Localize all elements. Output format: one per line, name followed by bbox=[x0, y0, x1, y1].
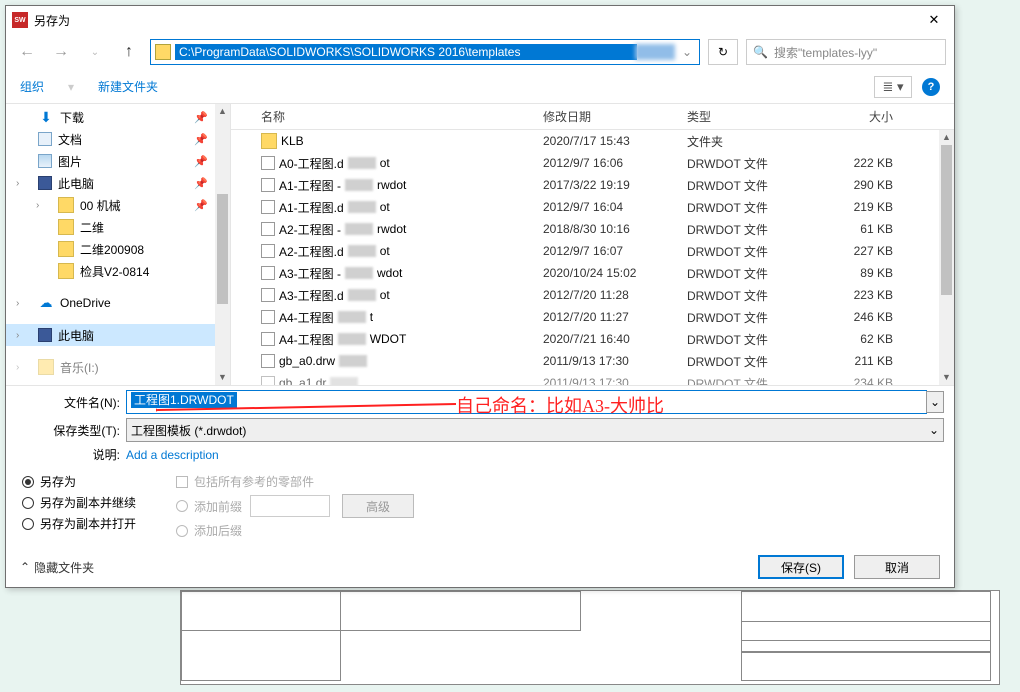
back-button[interactable]: ← bbox=[14, 39, 40, 65]
save-as-dialog: SW 另存为 ✕ ← → ⌄ ↑ C:\ProgramData\SOLIDWOR… bbox=[5, 5, 955, 588]
file-row[interactable]: A1-工程图.dot2012/9/7 16:04DRWDOT 文件219 KB bbox=[231, 196, 954, 218]
sidebar-item[interactable]: ›音乐(I:) bbox=[6, 356, 230, 378]
sidebar-item[interactable]: ⬇下载📌📌 bbox=[6, 106, 230, 128]
radio-save-as[interactable]: 另存为 bbox=[22, 473, 136, 490]
address-blur bbox=[635, 44, 675, 60]
close-button[interactable]: ✕ bbox=[914, 6, 954, 34]
footer: ⌃ 隐藏文件夹 保存(S) 取消 bbox=[6, 547, 954, 587]
file-row[interactable]: A4-工程图t2012/7/20 11:27DRWDOT 文件246 KB bbox=[231, 306, 954, 328]
organize-menu[interactable]: 组织 bbox=[20, 78, 44, 95]
file-row[interactable]: A2-工程图 -rwdot2018/8/30 10:16DRWDOT 文件61 … bbox=[231, 218, 954, 240]
hide-folders-toggle[interactable]: ⌃ 隐藏文件夹 bbox=[20, 559, 94, 576]
scroll-up-icon[interactable]: ▲ bbox=[215, 104, 230, 119]
toolbar: 组织 ▾ 新建文件夹 ≣ ▾ ? bbox=[6, 70, 954, 104]
cancel-button[interactable]: 取消 bbox=[854, 555, 940, 579]
sidebar-item[interactable]: ›此电脑 bbox=[6, 324, 230, 346]
radio-copy-continue[interactable]: 另存为副本并继续 bbox=[22, 494, 136, 511]
file-area: 名称 修改日期 类型 大小 KLB2020/7/17 15:43文件夹A0-工程… bbox=[231, 104, 954, 385]
help-button[interactable]: ? bbox=[922, 78, 940, 96]
search-placeholder: 搜索"templates-lyy" bbox=[774, 44, 877, 61]
titlebar: SW 另存为 ✕ bbox=[6, 6, 954, 34]
filename-label: 文件名(N): bbox=[16, 394, 126, 411]
prefix-input bbox=[250, 495, 330, 517]
address-text: C:\ProgramData\SOLIDWORKS\SOLIDWORKS 201… bbox=[175, 44, 637, 60]
filetype-label: 保存类型(T): bbox=[16, 422, 126, 439]
col-name[interactable]: 名称 bbox=[261, 108, 543, 125]
file-row[interactable]: A4-工程图WDOT2020/7/21 16:40DRWDOT 文件62 KB bbox=[231, 328, 954, 350]
filename-input[interactable]: 工程图1.DRWDOT bbox=[126, 390, 927, 414]
forward-button: → bbox=[48, 39, 74, 65]
address-dropdown-icon[interactable]: ⌄ bbox=[675, 45, 699, 59]
view-mode-button[interactable]: ≣ ▾ bbox=[874, 76, 912, 98]
sidebar-scroll-thumb[interactable] bbox=[217, 194, 228, 304]
scroll-up-icon[interactable]: ▲ bbox=[939, 130, 954, 145]
radio-add-prefix: 添加前缀 bbox=[176, 498, 242, 515]
sidebar-item[interactable]: 检具V2-0814 bbox=[6, 260, 230, 282]
col-size[interactable]: 大小 bbox=[813, 108, 893, 125]
search-icon: 🔍 bbox=[753, 45, 768, 59]
sidebar-item[interactable]: 文档📌📌 bbox=[6, 128, 230, 150]
refresh-button[interactable]: ↻ bbox=[708, 39, 738, 65]
col-date[interactable]: 修改日期 bbox=[543, 108, 687, 125]
maximize-button bbox=[874, 6, 914, 34]
sidebar-item[interactable]: ›00 机械📌 bbox=[6, 194, 230, 216]
file-row[interactable]: A2-工程图.dot2012/9/7 16:07DRWDOT 文件227 KB bbox=[231, 240, 954, 262]
save-button[interactable]: 保存(S) bbox=[758, 555, 844, 579]
filetype-select[interactable]: 工程图模板 (*.drwdot)⌄ bbox=[126, 418, 944, 442]
recent-dropdown[interactable]: ⌄ bbox=[82, 39, 108, 65]
form-area: 文件名(N): 工程图1.DRWDOT ⌄ 保存类型(T): 工程图模板 (*.… bbox=[6, 385, 954, 547]
sidebar-item[interactable]: 二维200908 bbox=[6, 238, 230, 260]
up-button[interactable]: ↑ bbox=[116, 39, 142, 65]
chevron-up-icon: ⌃ bbox=[20, 560, 30, 574]
window-title: 另存为 bbox=[34, 12, 70, 29]
file-list[interactable]: KLB2020/7/17 15:43文件夹A0-工程图.dot2012/9/7 … bbox=[231, 130, 954, 385]
scroll-down-icon[interactable]: ▼ bbox=[939, 370, 954, 385]
search-input[interactable]: 🔍 搜索"templates-lyy" bbox=[746, 39, 946, 65]
filelist-scroll-thumb[interactable] bbox=[941, 145, 952, 295]
folder-icon bbox=[155, 44, 171, 60]
minimize-button bbox=[834, 6, 874, 34]
address-bar[interactable]: C:\ProgramData\SOLIDWORKS\SOLIDWORKS 201… bbox=[150, 39, 700, 65]
file-row[interactable]: A3-工程图.dot2012/7/20 11:28DRWDOT 文件223 KB bbox=[231, 284, 954, 306]
sidebar-item[interactable]: 二维 bbox=[6, 216, 230, 238]
file-row[interactable]: A3-工程图 -wdot2020/10/24 15:02DRWDOT 文件89 … bbox=[231, 262, 954, 284]
radio-copy-open[interactable]: 另存为副本并打开 bbox=[22, 515, 136, 532]
file-row[interactable]: A1-工程图 -rwdot2017/3/22 19:19DRWDOT 文件290… bbox=[231, 174, 954, 196]
description-label: 说明: bbox=[16, 446, 126, 463]
sidebar-item[interactable]: 图片📌📌 bbox=[6, 150, 230, 172]
check-include-refs: 包括所有参考的零部件 bbox=[176, 473, 414, 490]
sidebar-item[interactable]: ›☁OneDrive bbox=[6, 292, 230, 314]
sidebar: ⬇下载📌📌文档📌📌图片📌📌›此电脑📌›00 机械📌二维二维200908检具V2-… bbox=[6, 104, 231, 385]
scroll-down-icon[interactable]: ▼ bbox=[215, 370, 230, 385]
advanced-button: 高级 bbox=[342, 494, 414, 518]
file-row[interactable]: gb_a0.drw2011/9/13 17:30DRWDOT 文件211 KB bbox=[231, 350, 954, 372]
file-row[interactable]: KLB2020/7/17 15:43文件夹 bbox=[231, 130, 954, 152]
app-icon: SW bbox=[12, 12, 28, 28]
sidebar-scrollbar[interactable]: ▲ ▼ bbox=[215, 104, 230, 385]
nav-row: ← → ⌄ ↑ C:\ProgramData\SOLIDWORKS\SOLIDW… bbox=[6, 34, 954, 70]
list-header: 名称 修改日期 类型 大小 bbox=[231, 104, 954, 130]
background-drawing bbox=[180, 590, 1000, 685]
new-folder-button[interactable]: 新建文件夹 bbox=[98, 78, 158, 95]
filename-dropdown[interactable]: ⌄ bbox=[926, 391, 944, 413]
description-link[interactable]: Add a description bbox=[126, 448, 219, 462]
filelist-scrollbar[interactable]: ▲ ▼ bbox=[939, 130, 954, 385]
file-row[interactable]: A0-工程图.dot2012/9/7 16:06DRWDOT 文件222 KB bbox=[231, 152, 954, 174]
radio-add-suffix: 添加后缀 bbox=[176, 522, 414, 539]
file-row[interactable]: gb_a1.dr2011/9/13 17:30DRWDOT 文件234 KB bbox=[231, 372, 954, 385]
sidebar-item[interactable]: ›此电脑📌 bbox=[6, 172, 230, 194]
col-type[interactable]: 类型 bbox=[687, 108, 813, 125]
